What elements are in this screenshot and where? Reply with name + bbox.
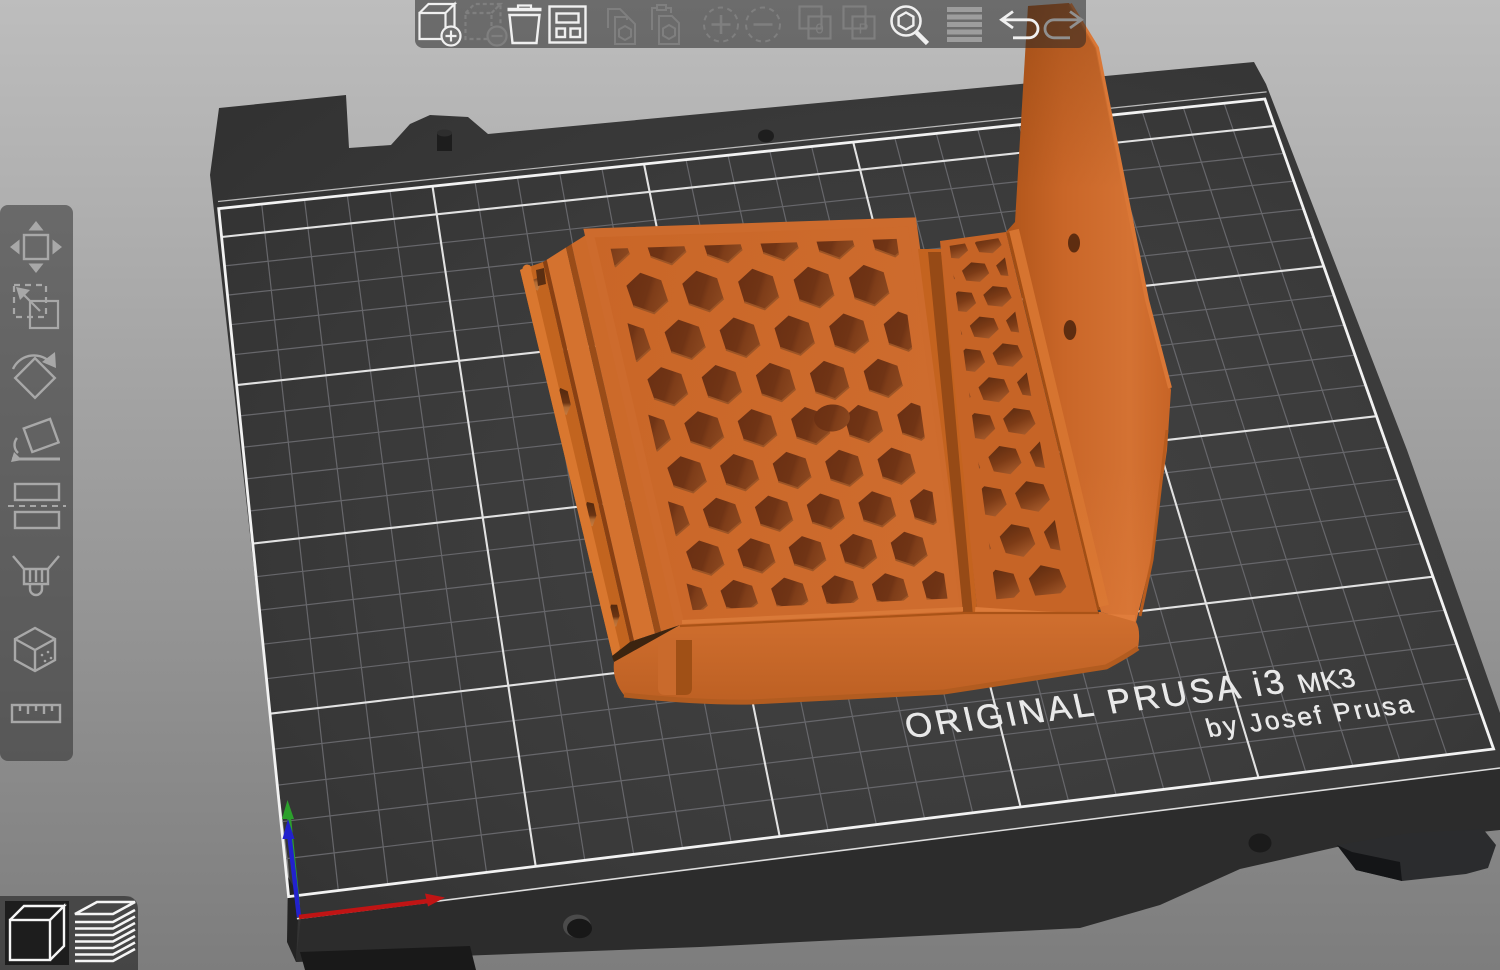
svg-text:P: P	[858, 21, 868, 38]
svg-text:0: 0	[815, 21, 823, 38]
